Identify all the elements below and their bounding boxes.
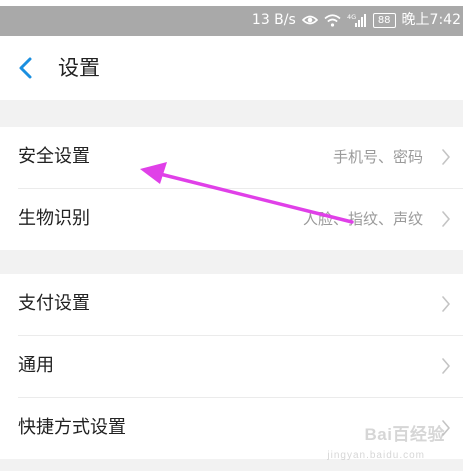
signal-label: 4G — [347, 13, 356, 21]
chevron-right-icon — [442, 211, 450, 227]
row-value: 手机号、密码 — [332, 148, 423, 166]
chevron-right-icon — [442, 149, 450, 165]
signal-icon: 4G — [347, 13, 367, 27]
row-value: 人脸、指纹、声纹 — [302, 210, 423, 228]
row-general[interactable]: 通用 — [0, 336, 463, 397]
chevron-right-icon — [442, 296, 450, 312]
chevron-right-icon — [442, 358, 450, 374]
row-label: 生物识别 — [18, 208, 90, 229]
row-biometrics[interactable]: 生物识别 人脸、指纹、声纹 — [0, 189, 463, 250]
clock: 晚上7:42 — [401, 12, 461, 28]
wifi-icon — [324, 13, 341, 27]
row-label: 快捷方式设置 — [18, 417, 126, 438]
status-icons: 13 B/s 4G 88 晚上7:42 — [252, 8, 461, 32]
page-title: 设置 — [58, 56, 100, 80]
status-bar-top-line — [0, 0, 463, 6]
chevron-left-icon — [19, 57, 32, 79]
row-label: 安全设置 — [18, 146, 90, 167]
battery-indicator: 88 — [372, 12, 396, 28]
row-payment-settings[interactable]: 支付设置 — [0, 274, 463, 335]
settings-group-security: 安全设置 手机号、密码 生物识别 人脸、指纹、声纹 — [0, 127, 463, 250]
row-label: 通用 — [18, 355, 54, 376]
net-speed: 13 B/s — [251, 12, 296, 28]
row-label: 支付设置 — [18, 293, 90, 314]
header: 设置 — [0, 36, 463, 100]
eye-icon — [301, 14, 318, 26]
watermark-sub: jingyan.baidu.com — [327, 450, 425, 461]
row-security-settings[interactable]: 安全设置 手机号、密码 — [0, 127, 463, 188]
watermark: Bai百经验 jingyan.baidu.com — [327, 425, 459, 467]
back-button[interactable] — [16, 56, 36, 80]
status-bar: 13 B/s 4G 88 晚上7:42 — [0, 0, 463, 36]
watermark-text: Bai百经验 — [364, 425, 445, 444]
